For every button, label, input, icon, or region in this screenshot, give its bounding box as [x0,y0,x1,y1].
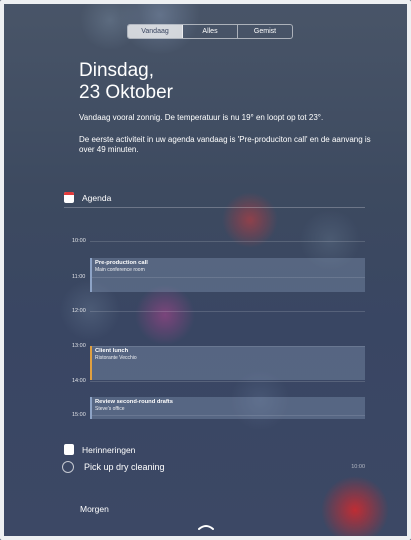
hour-line [90,381,365,382]
hour-line [90,311,365,312]
tab-alles[interactable]: Alles [183,25,238,38]
hour-label: 12:00 [72,308,86,314]
reminders-title: Herinneringen [82,444,136,455]
reminders-icon [64,444,74,455]
tab-vandaag[interactable]: Vandaag [128,25,183,38]
segmented-control: Vandaag Alles Gemist [127,24,293,39]
event-title: Pre-production call [95,260,148,266]
event-location: Steve's office [95,406,125,412]
hour-label: 13:00 [72,343,86,349]
tab-gemist[interactable]: Gemist [238,25,292,38]
hour-label: 15:00 [72,412,86,418]
event-location: Main conference room [95,267,145,273]
date-heading: Dinsdag, 23 Oktober [79,60,173,104]
reminder-label: Pick up dry cleaning [84,462,165,472]
event-title: Client lunch [95,348,129,354]
hour-line [90,241,365,242]
agenda-event[interactable]: Client lunch Ristorante Vecchio [90,346,365,380]
weather-summary: Vandaag vooral zonnig. De temperatuur is… [79,113,324,122]
reminder-time: 10:00 [351,464,365,470]
event-title: Review second-round drafts [95,399,173,405]
hour-label: 10:00 [72,238,86,244]
agenda-header[interactable]: Agenda [64,192,111,203]
agenda-event[interactable]: Review second-round drafts Steve's offic… [90,397,365,419]
agenda-title: Agenda [82,192,112,203]
hour-label: 11:00 [72,274,86,280]
day-month-label: 23 Oktober [79,82,173,103]
chevron-up-grabber-icon[interactable] [198,524,214,530]
event-location: Ristorante Vecchio [95,355,137,361]
weekday-label: Dinsdag, [79,60,154,81]
tomorrow-title: Morgen [80,504,109,514]
calendar-icon [64,192,74,203]
reminder-checkbox-icon[interactable] [62,461,74,473]
reminder-item[interactable]: Pick up dry cleaning 10:00 [62,461,365,473]
today-summary: Vandaag vooral zonnig. De temperatuur is… [79,113,379,167]
agenda-summary: De eerste activiteit in uw agenda vandaa… [79,135,371,154]
reminders-header[interactable]: Herinneringen [64,444,135,455]
agenda-divider [64,207,365,208]
hour-label: 14:00 [72,378,86,384]
agenda-event[interactable]: Pre-production call Main conference room [90,258,365,292]
